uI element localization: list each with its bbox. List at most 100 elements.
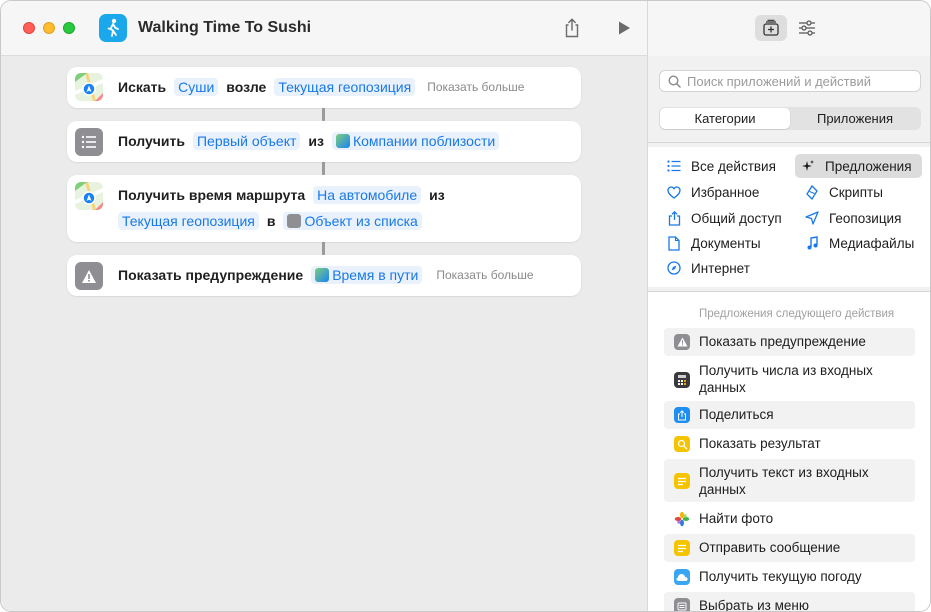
connector (322, 108, 325, 121)
action-card-get-item[interactable]: Получить Первый объект из Компании побли… (67, 121, 581, 162)
maps-mini-icon (335, 134, 350, 148)
action-card-travel-time[interactable]: Получить время маршрута На автомобиле из… (67, 175, 581, 242)
category-label: Геопозиция (829, 210, 902, 226)
nearby-businesses-token[interactable]: Компании поблизости (331, 132, 500, 150)
search-field[interactable]: Поиск приложений и действий (659, 70, 921, 92)
suggestions-header: Предложения следующего действия (699, 308, 895, 320)
sparkles-icon (799, 157, 817, 175)
minimize-window-button[interactable] (43, 22, 55, 34)
walking-person-icon[interactable] (99, 14, 127, 42)
suggestion-label: Отправить сообщение (699, 540, 841, 555)
category-favorites[interactable]: Избранное (661, 181, 759, 203)
heart-icon (665, 183, 683, 201)
segment-categories[interactable]: Категории (660, 108, 790, 129)
action-card-show-alert[interactable]: Показать предупреждение Время в пути Пок… (67, 255, 581, 296)
action-word: в (266, 213, 276, 229)
suggestion-label: Поделиться (699, 407, 774, 422)
travel-time-token[interactable]: Время в пути (311, 266, 423, 284)
message-icon (674, 540, 690, 556)
suggestion-label: Найти фото (699, 511, 774, 526)
action-line: Получить время маршрута На автомобиле из (118, 184, 453, 206)
shortcuts-window: Walking Time To Sushi Искать Суши возле … (0, 0, 931, 612)
action-library-button[interactable] (755, 15, 787, 41)
location-token[interactable]: Текущая геопозиция (118, 212, 259, 230)
suggestion-choose-from-menu[interactable]: Выбрать из меню (664, 592, 915, 612)
action-line: Текущая геопозиция в Объект из списка (118, 210, 430, 232)
action-canvas: Искать Суши возле Текущая геопозиция Пок… (1, 57, 647, 611)
category-sharing[interactable]: Общий доступ (661, 207, 782, 229)
segment-apps[interactable]: Приложения (790, 108, 920, 129)
suggestion-label: Выбрать из меню (699, 598, 809, 612)
category-location[interactable]: Геопозиция (799, 207, 901, 229)
location-token[interactable]: Текущая геопозиция (274, 78, 416, 96)
action-verb: Искать (118, 79, 167, 95)
library-sidebar: Поиск приложений и действий Категории Пр… (647, 1, 930, 612)
suggestion-get-weather[interactable]: Получить текущую погоду (664, 563, 915, 591)
suggestion-label: Показать результат (699, 436, 821, 451)
action-line: Показать предупреждение Время в пути Пок… (118, 264, 534, 286)
action-card-search-maps[interactable]: Искать Суши возле Текущая геопозиция Пок… (67, 67, 581, 108)
close-window-button[interactable] (23, 22, 35, 34)
category-label: Документы (691, 235, 761, 251)
run-button[interactable] (613, 17, 635, 39)
search-query-token[interactable]: Суши (174, 78, 219, 96)
list-item-token[interactable]: Объект из списка (283, 212, 422, 230)
sliders-icon (799, 20, 815, 36)
action-word: возле (226, 79, 267, 95)
menu-icon (674, 598, 690, 611)
suggestion-label: Показать предупреждение (699, 334, 866, 349)
transport-mode-token[interactable]: На автомобиле (313, 186, 422, 204)
alert-icon (674, 334, 690, 350)
category-documents[interactable]: Документы (661, 232, 761, 254)
token-label: Время в пути (332, 267, 419, 283)
script-icon (803, 183, 821, 201)
suggestion-label: Получить числа из входных данных (699, 363, 873, 395)
category-media[interactable]: Медиафайлы (799, 232, 914, 254)
suggestion-show-result[interactable]: Показать результат (664, 430, 915, 458)
category-scripting[interactable]: Скрипты (799, 181, 883, 203)
category-label: Предложения (825, 158, 912, 174)
connector (322, 242, 325, 255)
list-icon (665, 157, 683, 175)
search-placeholder: Поиск приложений и действий (687, 73, 872, 89)
suggestion-label: Получить текст из входных данных (699, 465, 869, 497)
action-verb: Получить время маршрута (118, 187, 306, 203)
suggestion-share[interactable]: Поделиться (664, 401, 915, 429)
category-suggestions[interactable]: Предложения (795, 154, 922, 178)
action-line: Получить Первый объект из Компании побли… (118, 130, 507, 152)
category-label: Все действия (691, 158, 776, 174)
suggestion-send-message[interactable]: Отправить сообщение (664, 534, 915, 562)
text-icon (674, 473, 690, 489)
share-button[interactable] (561, 17, 583, 39)
category-web[interactable]: Интернет (661, 257, 750, 279)
list-app-icon (75, 128, 103, 156)
compass-icon (665, 259, 683, 277)
list-mini-icon (287, 214, 302, 228)
weather-icon (674, 569, 690, 585)
suggestion-get-numbers[interactable]: Получить числа из входных данных (664, 358, 915, 400)
show-more-link[interactable]: Показать больше (427, 80, 524, 94)
action-verb: Показать предупреждение (118, 267, 304, 283)
token-label: Компании поблизости (352, 133, 496, 149)
details-button[interactable] (791, 15, 823, 41)
share-icon (565, 18, 579, 38)
show-more-link[interactable]: Показать больше (436, 268, 533, 282)
sidebar-toolbar (648, 1, 930, 56)
category-all-actions[interactable]: Все действия (661, 155, 776, 177)
maps-app-icon (75, 73, 103, 101)
search-icon (668, 74, 681, 88)
shortcut-title[interactable]: Walking Time To Sushi (138, 19, 311, 37)
suggestion-get-text[interactable]: Получить текст из входных данных (664, 459, 915, 502)
zoom-window-button[interactable] (63, 22, 75, 34)
calculator-icon (674, 372, 690, 388)
category-label: Избранное (691, 184, 760, 200)
play-icon (619, 21, 630, 35)
suggestion-show-alert[interactable]: Показать предупреждение (664, 328, 915, 356)
maps-app-icon (75, 182, 103, 210)
category-grid: Все действия Избранное Общий доступ Доку… (648, 147, 930, 287)
category-label: Медиафайлы (829, 235, 915, 251)
editor-pane: Walking Time To Sushi Искать Суши возле … (1, 1, 647, 611)
music-note-icon (803, 234, 821, 252)
item-specifier-token[interactable]: Первый объект (192, 132, 301, 150)
suggestion-find-photos[interactable]: Найти фото (664, 505, 915, 533)
